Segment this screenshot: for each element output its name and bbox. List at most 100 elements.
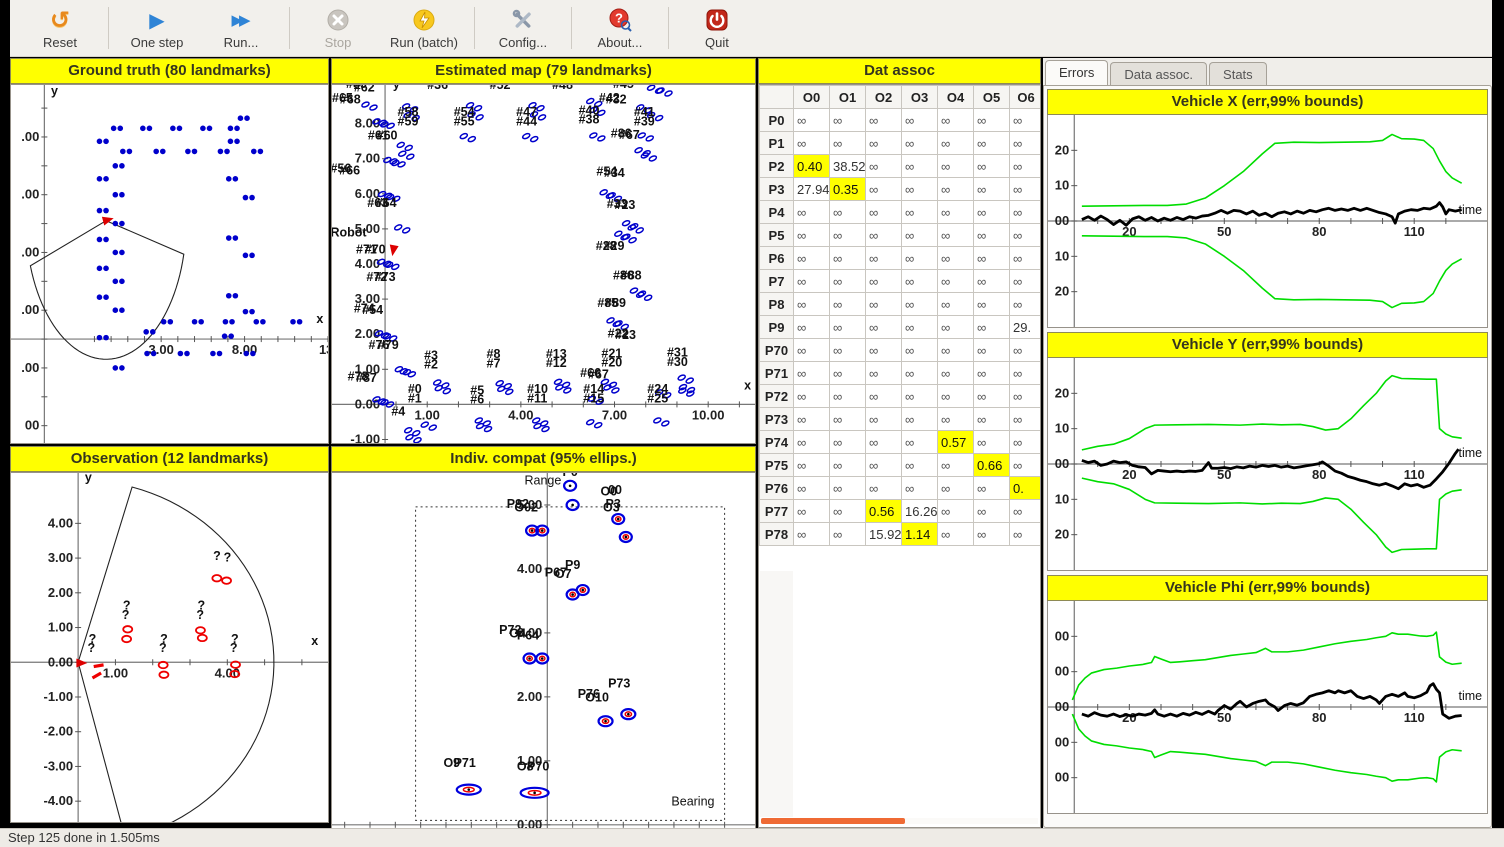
assoc-cell-P74-O0[interactable]: ∞ (794, 431, 830, 454)
reset-button[interactable]: ↺Reset (18, 4, 102, 52)
assoc-cell-P75-O5[interactable]: 0.66 (974, 454, 1010, 477)
assoc-cell-P4-O0[interactable]: ∞ (794, 201, 830, 224)
assoc-cell-P4-O1[interactable]: ∞ (830, 201, 866, 224)
assoc-cell-P9-O2[interactable]: ∞ (866, 316, 902, 339)
assoc-cell-P74-O4[interactable]: 0.57 (938, 431, 974, 454)
assoc-cell-P7-O4[interactable]: ∞ (938, 270, 974, 293)
assoc-cell-P3-O5[interactable]: ∞ (974, 178, 1010, 201)
assoc-cell-P74-O2[interactable]: ∞ (866, 431, 902, 454)
assoc-cell-P72-O6[interactable]: ∞ (1010, 385, 1042, 408)
assoc-cell-P0-O0[interactable]: ∞ (794, 109, 830, 132)
assoc-cell-P0-O3[interactable]: ∞ (902, 109, 938, 132)
assoc-cell-P71-O0[interactable]: ∞ (794, 362, 830, 385)
assoc-cell-P70-O3[interactable]: ∞ (902, 339, 938, 362)
assoc-cell-P6-O1[interactable]: ∞ (830, 247, 866, 270)
assoc-cell-P72-O2[interactable]: ∞ (866, 385, 902, 408)
assoc-cell-P6-O0[interactable]: ∞ (794, 247, 830, 270)
assoc-cell-P9-O3[interactable]: ∞ (902, 316, 938, 339)
assoc-cell-P4-O6[interactable]: ∞ (1010, 201, 1042, 224)
row-header-P7[interactable]: P7 (760, 270, 794, 293)
assoc-cell-P73-O4[interactable]: ∞ (938, 408, 974, 431)
assoc-cell-P5-O4[interactable]: ∞ (938, 224, 974, 247)
assoc-cell-P78-O6[interactable]: ∞ (1010, 523, 1042, 546)
assoc-cell-P3-O2[interactable]: ∞ (866, 178, 902, 201)
assoc-cell-P74-O6[interactable]: ∞ (1010, 431, 1042, 454)
row-header-P71[interactable]: P71 (760, 362, 794, 385)
assoc-cell-P1-O0[interactable]: ∞ (794, 132, 830, 155)
quit-button[interactable]: Quit (675, 4, 759, 52)
assoc-cell-P75-O4[interactable]: ∞ (938, 454, 974, 477)
assoc-cell-P5-O2[interactable]: ∞ (866, 224, 902, 247)
assoc-cell-P2-O2[interactable]: ∞ (866, 155, 902, 178)
row-header-P76[interactable]: P76 (760, 477, 794, 500)
column-header-O4[interactable]: O4 (938, 86, 974, 109)
column-header-O6[interactable]: O6 (1010, 86, 1042, 109)
assoc-cell-P71-O3[interactable]: ∞ (902, 362, 938, 385)
about-button[interactable]: ?About... (578, 4, 662, 52)
assoc-cell-P3-O0[interactable]: 27.94 (794, 178, 830, 201)
assoc-cell-P9-O0[interactable]: ∞ (794, 316, 830, 339)
row-header-P2[interactable]: P2 (760, 155, 794, 178)
scrollbar-thumb[interactable] (761, 818, 905, 824)
assoc-cell-P75-O0[interactable]: ∞ (794, 454, 830, 477)
assoc-cell-P1-O6[interactable]: ∞ (1010, 132, 1042, 155)
row-header-P5[interactable]: P5 (760, 224, 794, 247)
assoc-cell-P76-O4[interactable]: ∞ (938, 477, 974, 500)
row-header-P70[interactable]: P70 (760, 339, 794, 362)
assoc-cell-P1-O5[interactable]: ∞ (974, 132, 1010, 155)
assoc-cell-P71-O5[interactable]: ∞ (974, 362, 1010, 385)
row-header-P73[interactable]: P73 (760, 408, 794, 431)
assoc-cell-P8-O0[interactable]: ∞ (794, 293, 830, 316)
assoc-cell-P2-O6[interactable]: ∞ (1010, 155, 1042, 178)
assoc-cell-P3-O4[interactable]: ∞ (938, 178, 974, 201)
column-header-O0[interactable]: O0 (794, 86, 830, 109)
assoc-cell-P77-O6[interactable]: ∞ (1010, 500, 1042, 523)
row-header-P9[interactable]: P9 (760, 316, 794, 339)
assoc-cell-P0-O6[interactable]: ∞ (1010, 109, 1042, 132)
assoc-cell-P7-O2[interactable]: ∞ (866, 270, 902, 293)
assoc-cell-P7-O5[interactable]: ∞ (974, 270, 1010, 293)
row-header-P75[interactable]: P75 (760, 454, 794, 477)
assoc-cell-P76-O0[interactable]: ∞ (794, 477, 830, 500)
assoc-cell-P3-O3[interactable]: ∞ (902, 178, 938, 201)
row-header-P78[interactable]: P78 (760, 523, 794, 546)
assoc-cell-P75-O6[interactable]: ∞ (1010, 454, 1042, 477)
row-header-P3[interactable]: P3 (760, 178, 794, 201)
assoc-cell-P72-O0[interactable]: ∞ (794, 385, 830, 408)
assoc-cell-P77-O3[interactable]: 16.26 (902, 500, 938, 523)
assoc-cell-P2-O5[interactable]: ∞ (974, 155, 1010, 178)
assoc-cell-P71-O6[interactable]: ∞ (1010, 362, 1042, 385)
assoc-cell-P73-O0[interactable]: ∞ (794, 408, 830, 431)
run-button[interactable]: ▶▶Run... (199, 4, 283, 52)
row-header-P6[interactable]: P6 (760, 247, 794, 270)
assoc-cell-P0-O4[interactable]: ∞ (938, 109, 974, 132)
assoc-cell-P6-O2[interactable]: ∞ (866, 247, 902, 270)
assoc-cell-P74-O5[interactable]: ∞ (974, 431, 1010, 454)
assoc-cell-P2-O4[interactable]: ∞ (938, 155, 974, 178)
assoc-cell-P74-O1[interactable]: ∞ (830, 431, 866, 454)
row-header-P0[interactable]: P0 (760, 109, 794, 132)
assoc-cell-P70-O4[interactable]: ∞ (938, 339, 974, 362)
assoc-cell-P78-O2[interactable]: 15.92 (866, 523, 902, 546)
assoc-cell-P72-O1[interactable]: ∞ (830, 385, 866, 408)
assoc-cell-P75-O1[interactable]: ∞ (830, 454, 866, 477)
assoc-cell-P8-O2[interactable]: ∞ (866, 293, 902, 316)
assoc-cell-P78-O0[interactable]: ∞ (794, 523, 830, 546)
assoc-cell-P8-O4[interactable]: ∞ (938, 293, 974, 316)
data-association-table[interactable]: O0O1O2O3O4O5O6P0∞∞∞∞∞∞∞P1∞∞∞∞∞∞∞P20.4038… (759, 85, 1041, 546)
assoc-cell-P73-O1[interactable]: ∞ (830, 408, 866, 431)
tab-stats[interactable]: Stats (1209, 62, 1267, 85)
assoc-cell-P70-O0[interactable]: ∞ (794, 339, 830, 362)
column-header-O3[interactable]: O3 (902, 86, 938, 109)
assoc-cell-P7-O3[interactable]: ∞ (902, 270, 938, 293)
column-header-O1[interactable]: O1 (830, 86, 866, 109)
assoc-cell-P0-O2[interactable]: ∞ (866, 109, 902, 132)
assoc-cell-P72-O4[interactable]: ∞ (938, 385, 974, 408)
assoc-cell-P4-O2[interactable]: ∞ (866, 201, 902, 224)
assoc-cell-P78-O5[interactable]: ∞ (974, 523, 1010, 546)
assoc-cell-P7-O6[interactable]: ∞ (1010, 270, 1042, 293)
assoc-cell-P5-O6[interactable]: ∞ (1010, 224, 1042, 247)
assoc-cell-P4-O5[interactable]: ∞ (974, 201, 1010, 224)
assoc-cell-P7-O1[interactable]: ∞ (830, 270, 866, 293)
assoc-cell-P77-O2[interactable]: 0.56 (866, 500, 902, 523)
